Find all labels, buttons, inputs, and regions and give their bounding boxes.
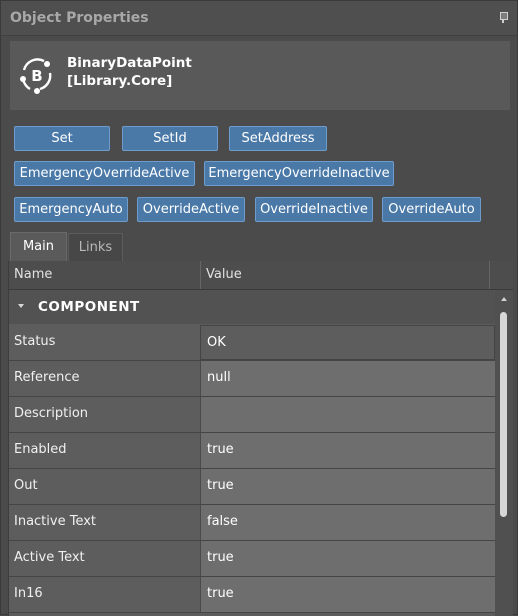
property-name-cell: Out xyxy=(9,469,200,504)
chevron-down-icon[interactable] xyxy=(18,304,24,308)
property-name-cell: Description xyxy=(9,397,200,432)
emergency-override-active-button[interactable]: EmergencyOverrideActive xyxy=(14,161,195,186)
property-name-cell: In16 xyxy=(9,577,200,612)
property-name: Reference xyxy=(14,370,80,385)
override-active-button[interactable]: OverrideActive xyxy=(137,197,245,222)
emergency-auto-button[interactable]: EmergencyAuto xyxy=(14,197,128,222)
binary-datapoint-icon: B xyxy=(20,58,52,94)
scroll-up-icon[interactable] xyxy=(501,297,507,301)
object-properties-panel: Object Properties B BinaryDataPoint [Lib… xyxy=(0,0,518,616)
property-value-cell[interactable]: OK xyxy=(200,325,495,360)
property-name: Enabled xyxy=(14,442,67,457)
property-value-cell[interactable]: true xyxy=(200,469,496,504)
column-divider[interactable] xyxy=(200,261,201,289)
column-header-name[interactable]: Name xyxy=(14,267,52,282)
property-name: Inactive Text xyxy=(14,514,97,529)
property-name: Status xyxy=(14,334,56,349)
category-label: COMPONENT xyxy=(38,299,140,315)
object-library: [Library.Core] xyxy=(67,73,173,89)
property-value-cell[interactable] xyxy=(200,397,496,432)
column-divider xyxy=(489,261,490,289)
setid-button[interactable]: SetId xyxy=(122,126,218,151)
property-value-cell[interactable]: false xyxy=(200,505,496,540)
grid-header: Name Value xyxy=(9,261,513,290)
property-value: false xyxy=(207,514,238,529)
property-row-in16[interactable]: In16 true xyxy=(9,577,496,613)
panel-titlebar: Object Properties xyxy=(1,1,517,36)
scrollbar-thumb[interactable] xyxy=(500,312,507,517)
property-row-inactive-text[interactable]: Inactive Text false xyxy=(9,505,496,541)
property-name-cell: Enabled xyxy=(9,433,200,468)
property-name: Out xyxy=(14,478,38,493)
object-type: BinaryDataPoint xyxy=(67,55,192,71)
tab-links[interactable]: Links xyxy=(68,233,123,262)
property-name-cell: Inactive Text xyxy=(9,505,200,540)
property-value: null xyxy=(207,370,231,385)
property-value: OK xyxy=(207,335,226,350)
property-grid: Name Value COMPONENT Status OK Reference… xyxy=(8,261,513,616)
property-name: In16 xyxy=(14,586,43,601)
column-header-value[interactable]: Value xyxy=(206,267,242,282)
property-name: Active Text xyxy=(14,550,85,565)
property-row-status[interactable]: Status OK xyxy=(9,325,495,361)
object-name: BinaryDataPoint [Library.Core] xyxy=(67,54,192,90)
property-name: Description xyxy=(14,406,89,421)
emergency-override-inactive-button[interactable]: EmergencyOverrideInactive xyxy=(204,161,394,186)
setaddress-button[interactable]: SetAddress xyxy=(229,126,327,151)
property-value: true xyxy=(207,442,234,457)
property-row-reference[interactable]: Reference null xyxy=(9,361,496,397)
property-value-cell[interactable]: true xyxy=(200,577,496,612)
property-value-cell[interactable]: true xyxy=(200,433,496,468)
logo-letter: B xyxy=(31,67,42,85)
property-value-cell[interactable]: true xyxy=(200,541,496,576)
tab-main[interactable]: Main xyxy=(10,232,67,261)
object-header: B BinaryDataPoint [Library.Core] xyxy=(10,41,510,110)
property-value: true xyxy=(207,586,234,601)
property-value-cell[interactable]: null xyxy=(200,361,496,396)
property-row-enabled[interactable]: Enabled true xyxy=(9,433,496,469)
panel-title: Object Properties xyxy=(10,10,149,26)
vertical-scrollbar[interactable] xyxy=(495,290,513,616)
property-row-active-text[interactable]: Active Text true xyxy=(9,541,496,577)
category-component[interactable]: COMPONENT xyxy=(9,290,495,324)
property-name-cell: Status xyxy=(9,325,200,360)
property-value: true xyxy=(207,478,234,493)
property-row-out[interactable]: Out true xyxy=(9,469,496,505)
override-inactive-button[interactable]: OverrideInactive xyxy=(255,197,373,222)
set-button[interactable]: Set xyxy=(14,126,110,151)
property-name-cell: Reference xyxy=(9,361,200,396)
pin-icon[interactable] xyxy=(499,12,508,23)
property-value: true xyxy=(207,550,234,565)
override-auto-button[interactable]: OverrideAuto xyxy=(382,197,481,222)
property-row-description[interactable]: Description xyxy=(9,397,496,433)
property-name-cell: Active Text xyxy=(9,541,200,576)
